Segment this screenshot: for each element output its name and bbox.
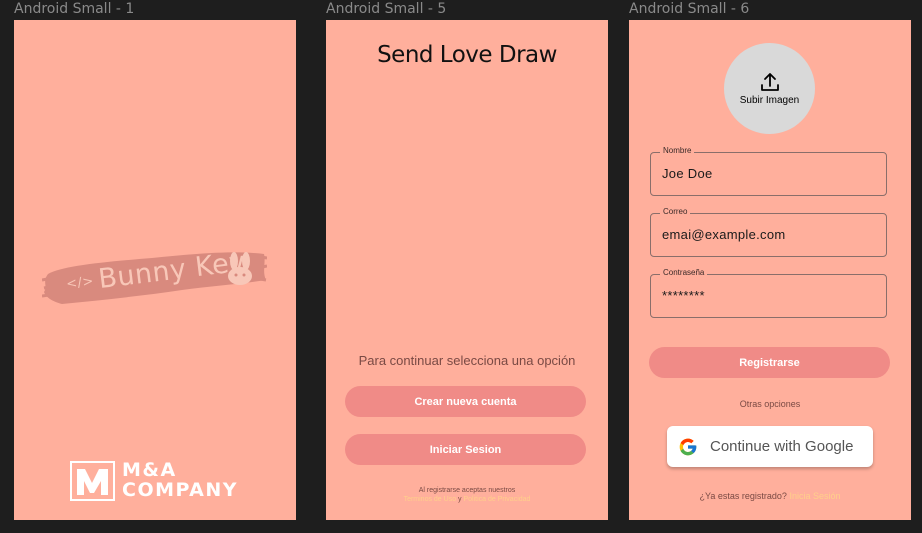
- google-label: Continue with Google: [710, 438, 854, 455]
- google-signin-button[interactable]: Continue with Google: [667, 426, 873, 467]
- name-label: Nombre: [660, 146, 695, 155]
- prompt-text: Para continuar selecciona una opción: [358, 353, 576, 368]
- email-field[interactable]: Correo emai@example.com: [650, 207, 887, 257]
- password-field[interactable]: Contraseña ********: [650, 268, 887, 318]
- email-label: Correo: [660, 207, 691, 216]
- code-symbol: </>: [65, 273, 95, 293]
- login-link[interactable]: Inicia Sesión: [789, 491, 840, 501]
- email-value: emai@example.com: [662, 227, 786, 242]
- frame-label-5: Android Small - 5: [326, 1, 447, 17]
- terms-of-use-link[interactable]: Terminos de Uso: [404, 496, 457, 503]
- terms-notice: Al registrarse aceptas nuestros Terminos…: [326, 486, 608, 504]
- login-prompt: ¿Ya estas registrado? Inicia Sesión: [629, 491, 911, 501]
- upload-image-button[interactable]: Subir Imagen: [724, 43, 815, 134]
- upload-label: Subir Imagen: [739, 95, 800, 106]
- other-options-label: Otras opciones: [739, 399, 801, 409]
- already-registered-text: ¿Ya estas registrado?: [699, 491, 787, 501]
- password-value: ********: [662, 288, 705, 303]
- login-button[interactable]: Iniciar Sesion: [345, 434, 586, 465]
- register-button[interactable]: Registrarse: [649, 347, 890, 378]
- frame-label-1: Android Small - 1: [14, 1, 135, 17]
- upload-icon: [760, 73, 779, 91]
- frame-label-6: Android Small - 6: [629, 1, 750, 17]
- page-title: Send Love Draw: [377, 42, 557, 68]
- welcome-screen: Send Love Draw Para continuar selecciona…: [326, 20, 608, 520]
- company-name: M&A COMPANY: [122, 460, 238, 500]
- terms-and: y: [458, 496, 462, 503]
- company-line-1: M&A: [122, 459, 177, 481]
- terms-line: Al registrarse aceptas nuestros: [418, 487, 516, 494]
- bunny-icon: [228, 252, 252, 285]
- ma-company-logo-icon: [70, 461, 115, 501]
- name-value: Joe Doe: [662, 166, 713, 181]
- name-field[interactable]: Nombre Joe Doe: [650, 146, 887, 196]
- google-icon: [679, 438, 697, 455]
- password-label: Contraseña: [660, 268, 708, 277]
- create-account-button[interactable]: Crear nueva cuenta: [345, 386, 586, 417]
- splash-screen: </>Bunny Key M&A COMPANY: [14, 20, 296, 520]
- privacy-policy-link[interactable]: Politica de Privacidad: [464, 496, 531, 503]
- register-screen: Subir Imagen Nombre Joe Doe Correo emai@…: [629, 20, 911, 520]
- company-line-2: COMPANY: [122, 479, 239, 501]
